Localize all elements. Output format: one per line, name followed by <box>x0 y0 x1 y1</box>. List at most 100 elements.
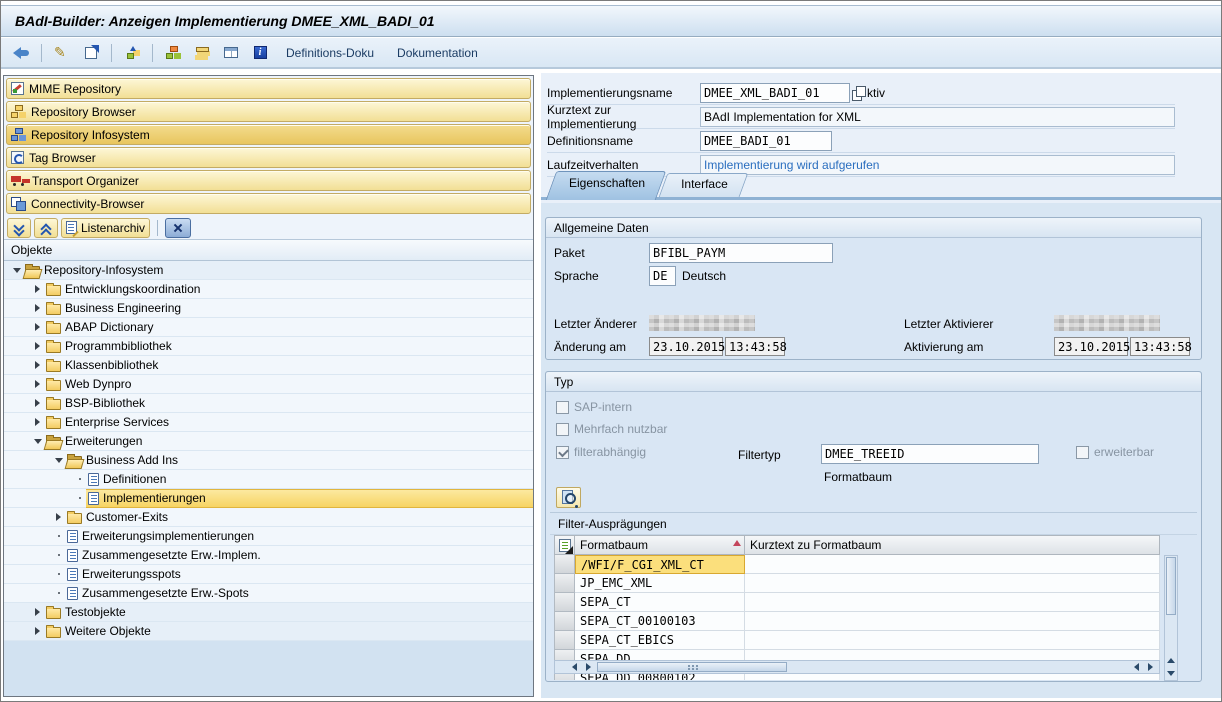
scroll-left-arrow[interactable] <box>567 661 581 673</box>
table-row[interactable]: JP_EMC_XML <box>554 574 1160 593</box>
tree-item[interactable]: Weitere Objekte <box>4 622 533 641</box>
erweiterbar-checkbox[interactable] <box>1076 446 1089 459</box>
tree-item[interactable]: Business Add Ins <box>4 451 533 470</box>
aktivierung-zeit-field[interactable]: 13:43:58 <box>1130 337 1190 356</box>
expand-arrow-icon[interactable] <box>31 608 44 616</box>
select-all-header[interactable] <box>554 535 575 555</box>
tree-item[interactable]: Business Engineering <box>4 299 533 318</box>
leaf-bullet[interactable] <box>73 478 86 480</box>
object-list-button[interactable] <box>190 42 214 64</box>
collapse-arrow-icon[interactable] <box>52 458 65 463</box>
aktivierung-datum-field[interactable]: 23.10.2015 <box>1054 337 1128 356</box>
tree-item[interactable]: Web Dynpro <box>4 375 533 394</box>
mehrfach-nutzbar-checkbox[interactable] <box>556 423 569 436</box>
filterabhaengig-checkbox[interactable] <box>556 446 569 459</box>
orgchart-button[interactable] <box>161 42 185 64</box>
tree-item[interactable]: Customer-Exits <box>4 508 533 527</box>
scroll-up-arrow[interactable] <box>1165 654 1177 667</box>
display-change-button[interactable] <box>50 42 74 64</box>
row-selector[interactable] <box>554 574 575 593</box>
tab-interface[interactable]: Interface <box>663 173 744 197</box>
scroll-left-arrow-right-end[interactable] <box>1129 661 1143 673</box>
scroll-down-button[interactable] <box>7 218 31 238</box>
table-view-button[interactable] <box>219 42 243 64</box>
table-row[interactable]: SEPA_CT_00100103 <box>554 612 1160 631</box>
expand-arrow-icon[interactable] <box>31 323 44 331</box>
tree-item[interactable]: Entwicklungskoordination <box>4 280 533 299</box>
tree-item[interactable]: Testobjekte <box>4 603 533 622</box>
listenarchiv-button[interactable]: Listenarchiv <box>61 218 150 238</box>
horizontal-scrollbar-thumb[interactable] <box>597 662 787 672</box>
table-row[interactable]: /WFI/F_CGI_XML_CT <box>554 555 1160 574</box>
expand-arrow-icon[interactable] <box>52 513 65 521</box>
expand-arrow-icon[interactable] <box>31 380 44 388</box>
row-selector[interactable] <box>554 631 575 650</box>
expand-arrow-icon[interactable] <box>31 285 44 293</box>
sap-intern-checkbox[interactable] <box>556 401 569 414</box>
back-button[interactable] <box>9 42 33 64</box>
sidebar-tool-button[interactable]: Transport Organizer <box>6 170 531 191</box>
leaf-bullet[interactable] <box>52 554 65 556</box>
sprache-field[interactable]: DE <box>649 266 676 286</box>
copy-icon[interactable] <box>852 86 865 100</box>
scroll-up-button[interactable] <box>34 218 58 238</box>
definitions-doku-button[interactable]: Definitions-Doku <box>277 42 383 64</box>
leaf-bullet[interactable] <box>52 592 65 594</box>
vertical-scrollbar-thumb[interactable] <box>1166 557 1176 615</box>
scroll-right-arrow[interactable] <box>581 661 595 673</box>
leaf-bullet[interactable] <box>52 535 65 537</box>
vertical-scrollbar[interactable] <box>1164 555 1178 681</box>
display-filter-button[interactable] <box>556 487 581 508</box>
tree-item[interactable]: Erweiterungsspots <box>4 565 533 584</box>
kurztext-field[interactable]: BAdI Implementation for XML <box>700 107 1175 127</box>
column-header-kurztext[interactable]: Kurztext zu Formatbaum <box>745 535 1160 555</box>
tree-item[interactable]: Klassenbibliothek <box>4 356 533 375</box>
tree-item[interactable]: Implementierungen <box>4 489 533 508</box>
expand-arrow-icon[interactable] <box>31 418 44 426</box>
row-selector[interactable] <box>554 593 575 612</box>
info-button[interactable] <box>248 42 272 64</box>
expand-arrow-icon[interactable] <box>31 627 44 635</box>
expand-arrow-icon[interactable] <box>31 361 44 369</box>
other-object-button[interactable] <box>79 42 103 64</box>
impl-name-field[interactable]: DMEE_XML_BADI_01 <box>700 83 850 103</box>
expand-arrow-icon[interactable] <box>31 399 44 407</box>
filtertyp-field[interactable]: DMEE_TREEID <box>821 444 1039 464</box>
leaf-bullet[interactable] <box>52 573 65 575</box>
tree-item[interactable]: Repository-Infosystem <box>4 261 533 280</box>
expand-arrow-icon[interactable] <box>31 304 44 312</box>
tab-eigenschaften[interactable]: Eigenschaften <box>551 171 661 197</box>
tree-item[interactable]: Erweiterungsimplementierungen <box>4 527 533 546</box>
sidebar-tool-button[interactable]: MIME Repository <box>6 78 531 99</box>
tree-item[interactable]: Definitionen <box>4 470 533 489</box>
tree-item[interactable]: Programmbibliothek <box>4 337 533 356</box>
hierarchy-up-button[interactable] <box>120 42 144 64</box>
scroll-right-arrow-right-end[interactable] <box>1143 661 1157 673</box>
tree-item[interactable]: Enterprise Services <box>4 413 533 432</box>
horizontal-scrollbar[interactable] <box>554 660 1160 674</box>
expand-arrow-icon[interactable] <box>31 342 44 350</box>
sidebar-tool-button[interactable]: Repository Browser <box>6 101 531 122</box>
table-row[interactable]: SEPA_CT <box>554 593 1160 612</box>
aenderung-zeit-field[interactable]: 13:43:58 <box>725 337 785 356</box>
row-selector[interactable] <box>554 555 575 574</box>
tree-item[interactable]: ABAP Dictionary <box>4 318 533 337</box>
dokumentation-button[interactable]: Dokumentation <box>388 42 487 64</box>
sidebar-tool-button[interactable]: Connectivity-Browser <box>6 193 531 214</box>
collapse-arrow-icon[interactable] <box>31 439 44 444</box>
row-selector[interactable] <box>554 612 575 631</box>
tree-item[interactable]: Erweiterungen <box>4 432 533 451</box>
tree-item[interactable]: BSP-Bibliothek <box>4 394 533 413</box>
leaf-bullet[interactable] <box>73 497 86 499</box>
aenderung-datum-field[interactable]: 23.10.2015 <box>649 337 723 356</box>
tree-item[interactable]: Zusammengesetzte Erw.-Implem. <box>4 546 533 565</box>
sidebar-tool-button[interactable]: Tag Browser <box>6 147 531 168</box>
close-browser-button[interactable] <box>165 218 191 238</box>
scroll-down-arrow[interactable] <box>1165 667 1177 680</box>
collapse-arrow-icon[interactable] <box>10 268 23 273</box>
tree-item[interactable]: Zusammengesetzte Erw.-Spots <box>4 584 533 603</box>
definitionsname-field[interactable]: DMEE_BADI_01 <box>700 131 832 151</box>
column-header-formatbaum[interactable]: Formatbaum <box>575 535 745 555</box>
sidebar-tool-button[interactable]: Repository Infosystem <box>6 124 531 145</box>
paket-field[interactable]: BFIBL_PAYM <box>649 243 833 263</box>
